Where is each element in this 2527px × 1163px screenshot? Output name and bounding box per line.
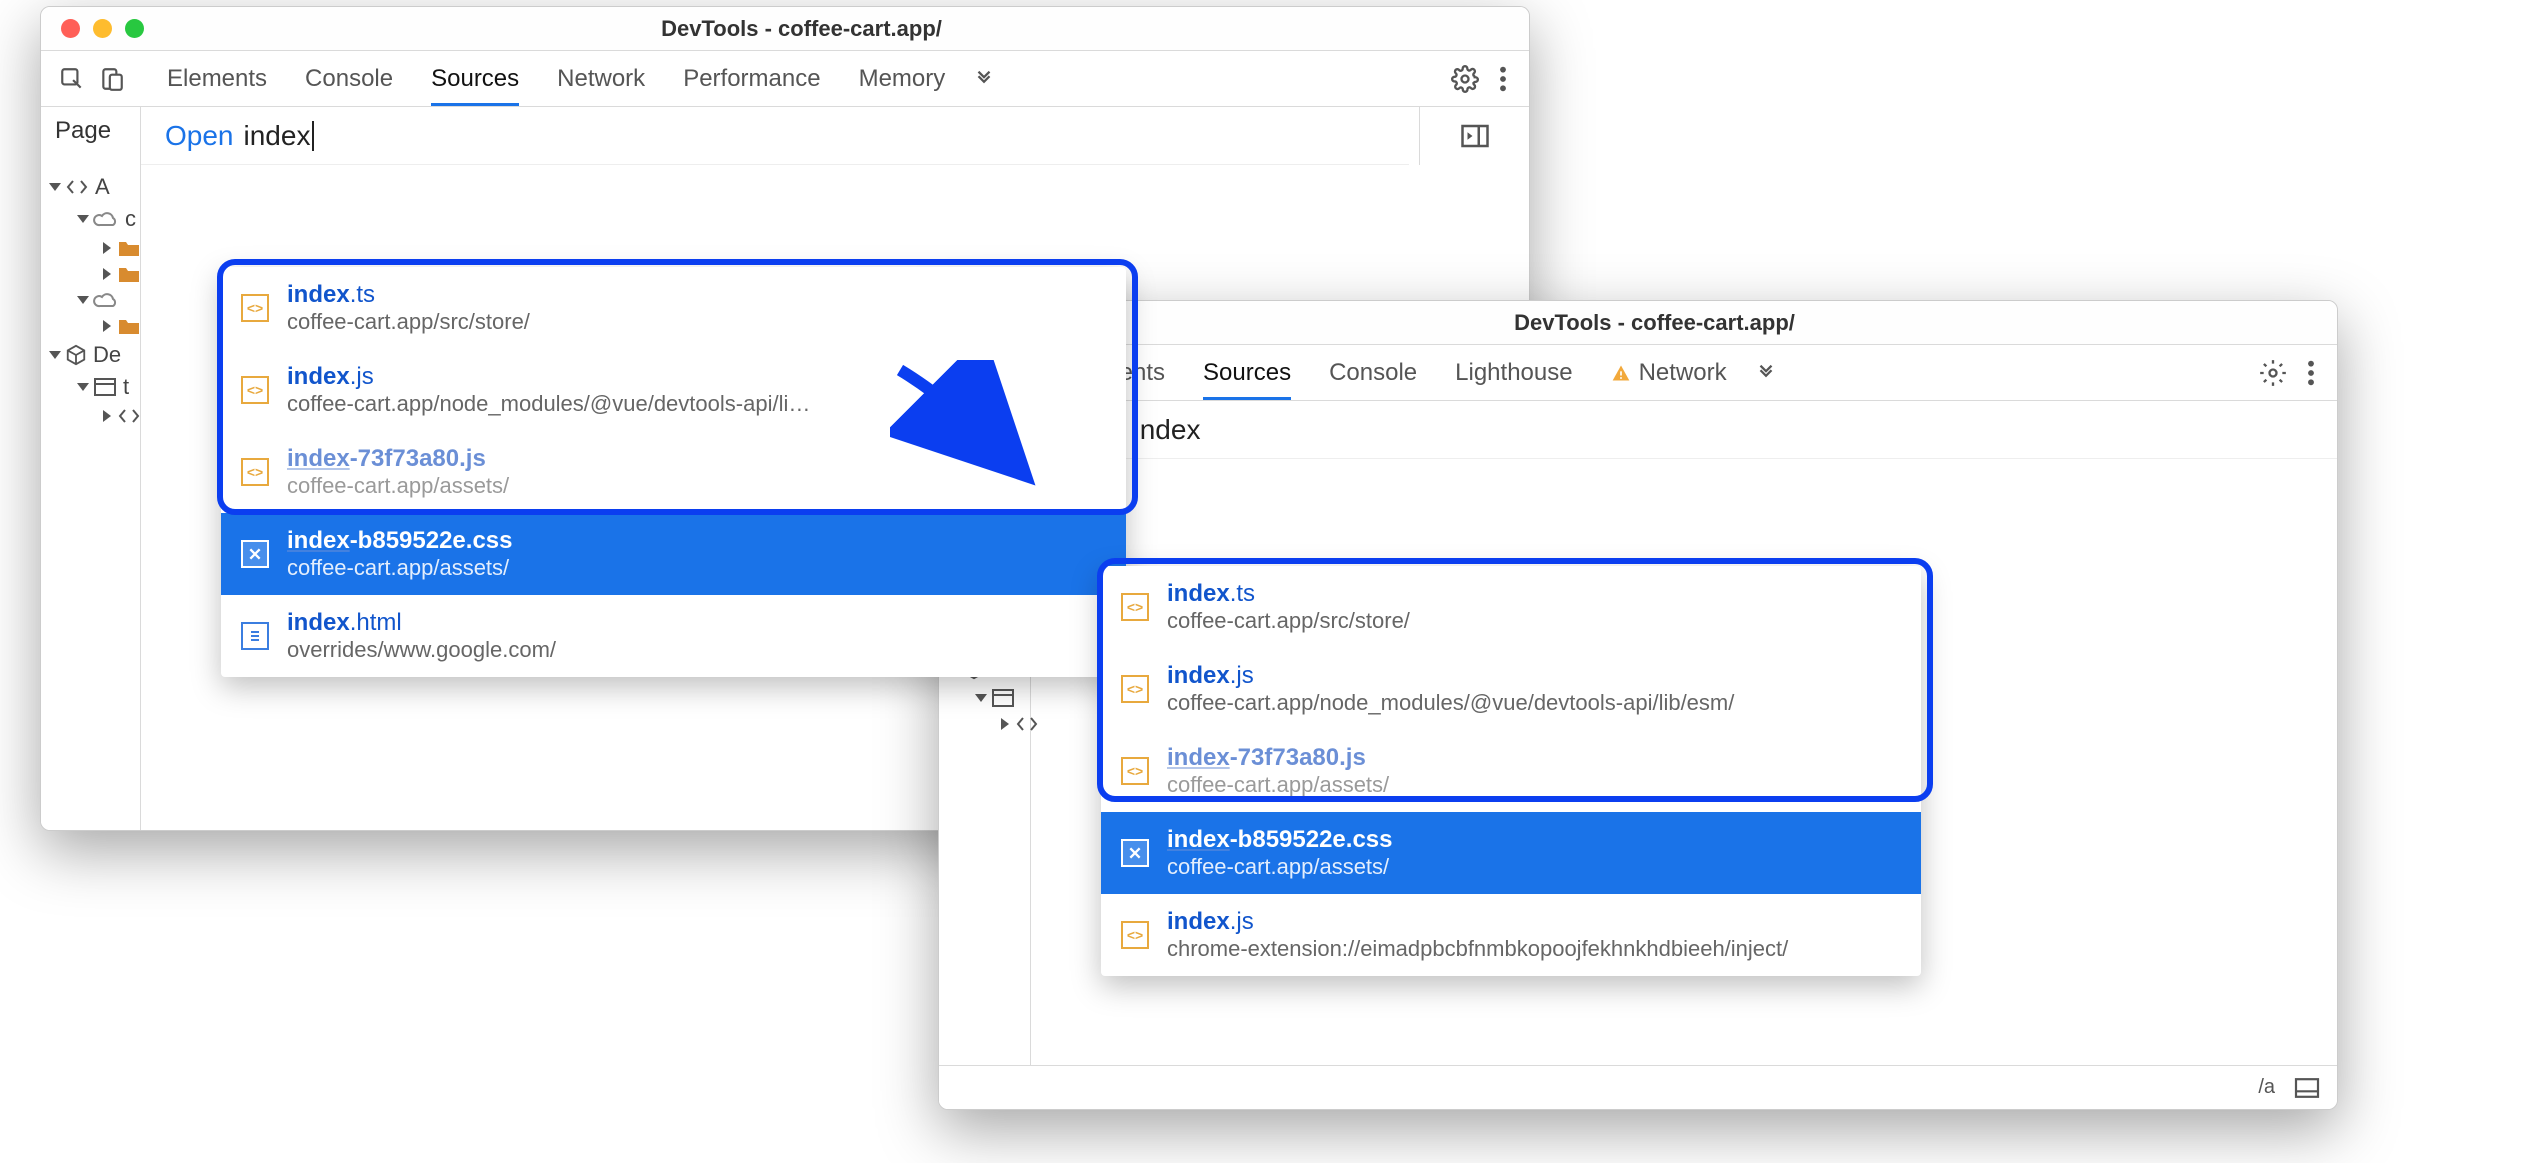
tab-memory[interactable]: Memory: [859, 65, 946, 93]
window-title: DevTools - coffee-cart.app/: [1062, 310, 2337, 336]
tree-item[interactable]: c: [51, 203, 281, 235]
status-bar: /a: [939, 1065, 2337, 1109]
text-caret: [312, 121, 314, 151]
inspect-icon[interactable]: [59, 66, 85, 92]
disclosure-triangle-icon[interactable]: [77, 383, 89, 391]
js-file-icon: <>: [241, 458, 269, 486]
arrow-annotation: [890, 360, 1050, 480]
js-file-icon: <>: [241, 376, 269, 404]
js-file-icon: <>: [1121, 675, 1149, 703]
more-tabs-icon[interactable]: [1727, 362, 1777, 384]
css-file-icon: [241, 540, 269, 568]
panel-toggle-icon[interactable]: [2293, 1077, 2321, 1099]
tree-item[interactable]: [51, 235, 281, 261]
disclosure-triangle-icon[interactable]: [1001, 718, 1009, 730]
quick-open-result[interactable]: <>index.tscoffee-cart.app/src/store/: [221, 267, 1126, 349]
disclosure-triangle-icon[interactable]: [975, 694, 987, 702]
disclosure-triangle-icon[interactable]: [49, 351, 61, 359]
disclosure-triangle-icon[interactable]: [103, 242, 111, 254]
settings-icon[interactable]: [1451, 65, 1479, 93]
minimize-icon[interactable]: [93, 19, 112, 38]
titlebar: DevTools - coffee-cart.app/: [939, 301, 2337, 345]
quick-open-result[interactable]: <>index.tscoffee-cart.app/src/store/: [1101, 566, 1921, 648]
tab-lighthouse[interactable]: Lighthouse: [1455, 359, 1572, 387]
kebab-icon[interactable]: [2307, 359, 2315, 387]
tab-performance[interactable]: Performance: [683, 65, 820, 93]
css-file-icon: [1121, 839, 1149, 867]
quick-open-result[interactable]: index-b859522e.csscoffee-cart.app/assets…: [221, 513, 1126, 595]
tab-console[interactable]: Console: [1329, 359, 1417, 387]
tab-sources[interactable]: Sources: [1203, 345, 1291, 400]
html-file-icon: [241, 622, 269, 650]
window-title: DevTools - coffee-cart.app/: [164, 16, 1529, 42]
tab-network[interactable]: Network: [557, 65, 645, 93]
command-menu[interactable]: Open index: [141, 107, 1409, 165]
command-query: index: [244, 120, 311, 152]
tree-item[interactable]: A: [51, 171, 281, 203]
quick-open-result[interactable]: <>index.jschrome-extension://eimadpbcbfn…: [1101, 894, 1921, 976]
toolbar: Elements Console Sources Network Performance…: [41, 51, 1529, 107]
js-file-icon: <>: [241, 294, 269, 322]
command-menu[interactable]: Open index: [1031, 401, 2337, 459]
open-prefix: Open: [165, 120, 234, 152]
disclosure-triangle-icon[interactable]: [103, 320, 111, 332]
traffic-lights: [41, 19, 164, 38]
devtools-window-b: DevTools - coffee-cart.app/ ElementsSour…: [938, 300, 2338, 1110]
settings-icon[interactable]: [2259, 359, 2287, 387]
kebab-icon[interactable]: [1499, 65, 1507, 93]
quick-open-result[interactable]: <>index.jscoffee-cart.app/node_modules/@…: [1101, 648, 1921, 730]
js-file-icon: <>: [1121, 757, 1149, 785]
disclosure-triangle-icon[interactable]: [103, 268, 111, 280]
panel-toggle[interactable]: [1419, 107, 1529, 165]
disclosure-triangle-icon[interactable]: [49, 183, 61, 191]
zoom-icon[interactable]: [125, 19, 144, 38]
more-tabs-icon[interactable]: [945, 68, 995, 90]
tab-console[interactable]: Console: [305, 65, 393, 93]
js-file-icon: <>: [1121, 921, 1149, 949]
device-toggle-icon[interactable]: [99, 66, 125, 92]
tab-network[interactable]: Network: [1611, 359, 1727, 387]
toolbar: ElementsSourcesConsoleLighthouseNetwork: [939, 345, 2337, 401]
quick-open-result[interactable]: index.htmloverrides/www.google.com/: [221, 595, 1126, 677]
titlebar: DevTools - coffee-cart.app/: [41, 7, 1529, 51]
js-file-icon: <>: [1121, 593, 1149, 621]
tab-sources[interactable]: Sources: [431, 51, 519, 106]
disclosure-triangle-icon[interactable]: [77, 215, 89, 223]
disclosure-triangle-icon[interactable]: [77, 296, 89, 304]
status-text: /a: [2258, 1076, 2275, 1099]
disclosure-triangle-icon[interactable]: [103, 410, 111, 422]
close-icon[interactable]: [61, 19, 80, 38]
command-query: index: [1134, 414, 1201, 446]
quick-open-popup: <>index.tscoffee-cart.app/src/store/<>in…: [1101, 566, 1921, 976]
tab-elements[interactable]: Elements: [167, 65, 267, 93]
quick-open-result[interactable]: <>index-73f73a80.jscoffee-cart.app/asset…: [1101, 730, 1921, 812]
quick-open-result[interactable]: index-b859522e.csscoffee-cart.app/assets…: [1101, 812, 1921, 894]
